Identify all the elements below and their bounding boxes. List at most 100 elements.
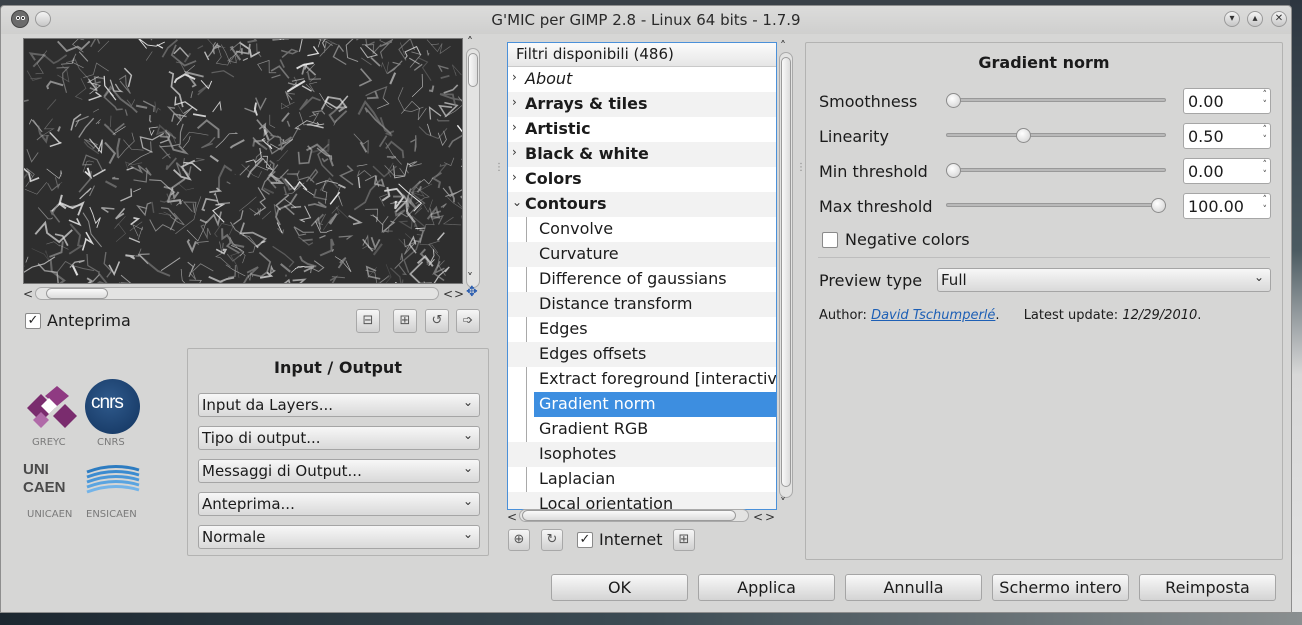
chevron-right-icon[interactable]: › xyxy=(512,145,517,159)
scroll-left-arrow-icon[interactable]: < xyxy=(507,511,517,523)
filter-item[interactable]: Extract foreground [interactive xyxy=(508,367,776,392)
filter-category-colors[interactable]: › Colors xyxy=(508,167,776,192)
chevron-right-icon[interactable]: › xyxy=(512,95,517,109)
linearity-slider-handle[interactable] xyxy=(1015,128,1031,143)
internet-checkbox[interactable]: ✓ xyxy=(577,532,593,548)
linearity-spinbox[interactable]: 0.50 ˄ ˅ xyxy=(1183,123,1271,149)
preview-horizontal-scrollbar[interactable] xyxy=(35,287,439,300)
scroll-left-arrow-icon[interactable]: < xyxy=(23,288,33,300)
smoothness-slider-handle[interactable] xyxy=(946,93,961,108)
smoothness-label: Smoothness xyxy=(819,92,918,111)
linearity-slider[interactable] xyxy=(946,133,1166,137)
filter-tree-header-label: Filtri disponibili (486) xyxy=(516,45,674,63)
preview-horizontal-scroll-thumb[interactable] xyxy=(46,288,108,299)
linearity-label: Linearity xyxy=(819,127,889,146)
internet-checkbox-label[interactable]: Internet xyxy=(599,530,663,549)
preview-next-button[interactable]: ➩ xyxy=(456,309,480,333)
move-navigate-icon[interactable]: ✥ xyxy=(466,285,478,299)
chevron-right-icon[interactable]: › xyxy=(512,120,517,134)
filter-category-contours[interactable]: ⌄ Contours xyxy=(508,192,776,217)
chevron-right-icon[interactable]: › xyxy=(512,170,517,184)
filter-category-black-white[interactable]: › Black & white xyxy=(508,142,776,167)
filter-item[interactable]: Gradient RGB xyxy=(508,417,776,442)
title-bar[interactable]: G'MIC per GIMP 2.8 - Linux 64 bits - 1.7… xyxy=(1,6,1291,34)
filter-category-artistic[interactable]: › Artistic xyxy=(508,117,776,142)
smoothness-slider[interactable] xyxy=(946,98,1166,102)
filter-item[interactable]: Local orientation xyxy=(508,492,776,509)
max-threshold-spinbox[interactable]: 100.00 ˄ ˅ xyxy=(1183,193,1271,219)
author-link[interactable]: David Tschumperlé xyxy=(871,308,995,323)
scroll-up-arrow-icon[interactable]: ˄ xyxy=(780,40,786,52)
maximize-icon[interactable]: ▴ xyxy=(1247,11,1263,27)
filter-tree-header[interactable]: Filtri disponibili (486) xyxy=(508,43,776,67)
blend-mode-combo[interactable]: Normale ⌄ xyxy=(198,525,480,549)
spin-arrows-icon[interactable]: ˄ ˅ xyxy=(1263,160,1268,180)
scroll-down-arrow-icon[interactable]: ˅ xyxy=(467,272,473,284)
preview-vertical-scroll-thumb[interactable] xyxy=(468,53,478,87)
zoom-reset-button[interactable]: ↺ xyxy=(425,309,449,333)
filter-category-about[interactable]: › About xyxy=(508,67,776,92)
apply-button[interactable]: Applica xyxy=(698,574,835,601)
filter-item[interactable]: Curvature xyxy=(508,242,776,267)
splitter-handle[interactable]: ⋮ xyxy=(494,163,504,173)
filter-item-label: Distance transform xyxy=(539,294,693,313)
negative-colors-checkbox[interactable] xyxy=(822,232,838,248)
smoothness-spinbox[interactable]: 0.00 ˄ ˅ xyxy=(1183,88,1271,114)
chevron-right-icon[interactable]: › xyxy=(512,70,517,84)
max-threshold-slider-handle[interactable] xyxy=(1151,198,1166,213)
min-threshold-slider[interactable] xyxy=(946,168,1166,172)
preview-vertical-scrollbar[interactable] xyxy=(466,48,480,288)
output-type-combo[interactable]: Tipo di output... ⌄ xyxy=(198,426,480,450)
minimize-icon[interactable]: ▾ xyxy=(1224,11,1240,27)
preview-image[interactable] xyxy=(23,38,463,284)
refresh-filters-button[interactable]: ↻ xyxy=(541,529,563,551)
min-threshold-spinbox[interactable]: 0.00 ˄ ˅ xyxy=(1183,158,1271,184)
scroll-left-arrow-icon[interactable]: < xyxy=(753,511,763,523)
cancel-button[interactable]: Annulla xyxy=(845,574,982,601)
filter-item[interactable]: Convolve xyxy=(508,217,776,242)
filter-item[interactable]: Edges xyxy=(508,317,776,342)
scroll-down-arrow-icon[interactable]: ˅ xyxy=(780,497,786,509)
spin-arrows-icon[interactable]: ˄ ˅ xyxy=(1263,125,1268,145)
preview-checkbox-label[interactable]: Anteprima xyxy=(47,311,131,330)
preview-mode-combo[interactable]: Anteprima... ⌄ xyxy=(198,492,480,516)
scroll-up-arrow-icon[interactable]: ˄ xyxy=(467,36,473,48)
input-output-panel: Input / Output Input da Layers... ⌄ Tipo … xyxy=(187,348,489,556)
filter-item[interactable]: Distance transform xyxy=(508,292,776,317)
filter-tree-vertical-scroll-thumb[interactable] xyxy=(781,57,791,487)
filter-category-label: Colors xyxy=(525,169,582,188)
preview-checkbox[interactable]: ✓ xyxy=(25,313,41,329)
output-messages-combo[interactable]: Messaggi di Output... ⌄ xyxy=(198,459,480,483)
spin-arrows-icon[interactable]: ˄ ˅ xyxy=(1263,195,1268,215)
max-threshold-slider[interactable] xyxy=(946,203,1166,207)
filter-tree-horizontal-scrollbar[interactable] xyxy=(519,509,749,522)
ok-button[interactable]: OK xyxy=(551,574,688,601)
scroll-right-arrow-icon[interactable]: > xyxy=(765,511,775,523)
filter-item[interactable]: Isophotes xyxy=(508,442,776,467)
filter-category-arrays-tiles[interactable]: › Arrays & tiles xyxy=(508,92,776,117)
reset-button[interactable]: Reimposta xyxy=(1139,574,1276,601)
chevron-down-icon: ⌄ xyxy=(1253,270,1264,284)
expand-all-button[interactable]: ⊞ xyxy=(673,529,695,551)
filter-item[interactable]: Difference of gaussians xyxy=(508,267,776,292)
filter-item[interactable]: Edges offsets xyxy=(508,342,776,367)
filter-item-selected[interactable]: Gradient norm xyxy=(534,392,776,417)
add-favorite-button[interactable]: ⊕ xyxy=(508,529,530,551)
zoom-in-button[interactable]: ⊞ xyxy=(393,309,417,333)
chevron-down-icon[interactable]: ⌄ xyxy=(512,195,522,209)
filter-tree[interactable]: Filtri disponibili (486) › About › Arrays … xyxy=(507,42,777,510)
close-icon[interactable]: ✕ xyxy=(1271,11,1287,27)
input-layers-combo[interactable]: Input da Layers... ⌄ xyxy=(198,393,480,417)
scroll-left-arrow-icon[interactable]: < xyxy=(443,288,453,300)
preview-type-combo[interactable]: Full ⌄ xyxy=(937,268,1271,292)
min-threshold-slider-handle[interactable] xyxy=(946,163,961,178)
negative-colors-label[interactable]: Negative colors xyxy=(845,230,970,249)
scroll-right-arrow-icon[interactable]: > xyxy=(454,288,464,300)
filter-item[interactable]: Laplacian xyxy=(508,467,776,492)
zoom-out-button[interactable]: ⊟ xyxy=(356,309,380,333)
spin-arrows-icon[interactable]: ˄ ˅ xyxy=(1263,90,1268,110)
filter-tree-horizontal-scroll-thumb[interactable] xyxy=(522,510,736,521)
filter-item-label: Curvature xyxy=(539,244,619,263)
fullscreen-button[interactable]: Schermo intero xyxy=(992,574,1129,601)
filter-tree-vertical-scrollbar[interactable] xyxy=(779,52,793,498)
